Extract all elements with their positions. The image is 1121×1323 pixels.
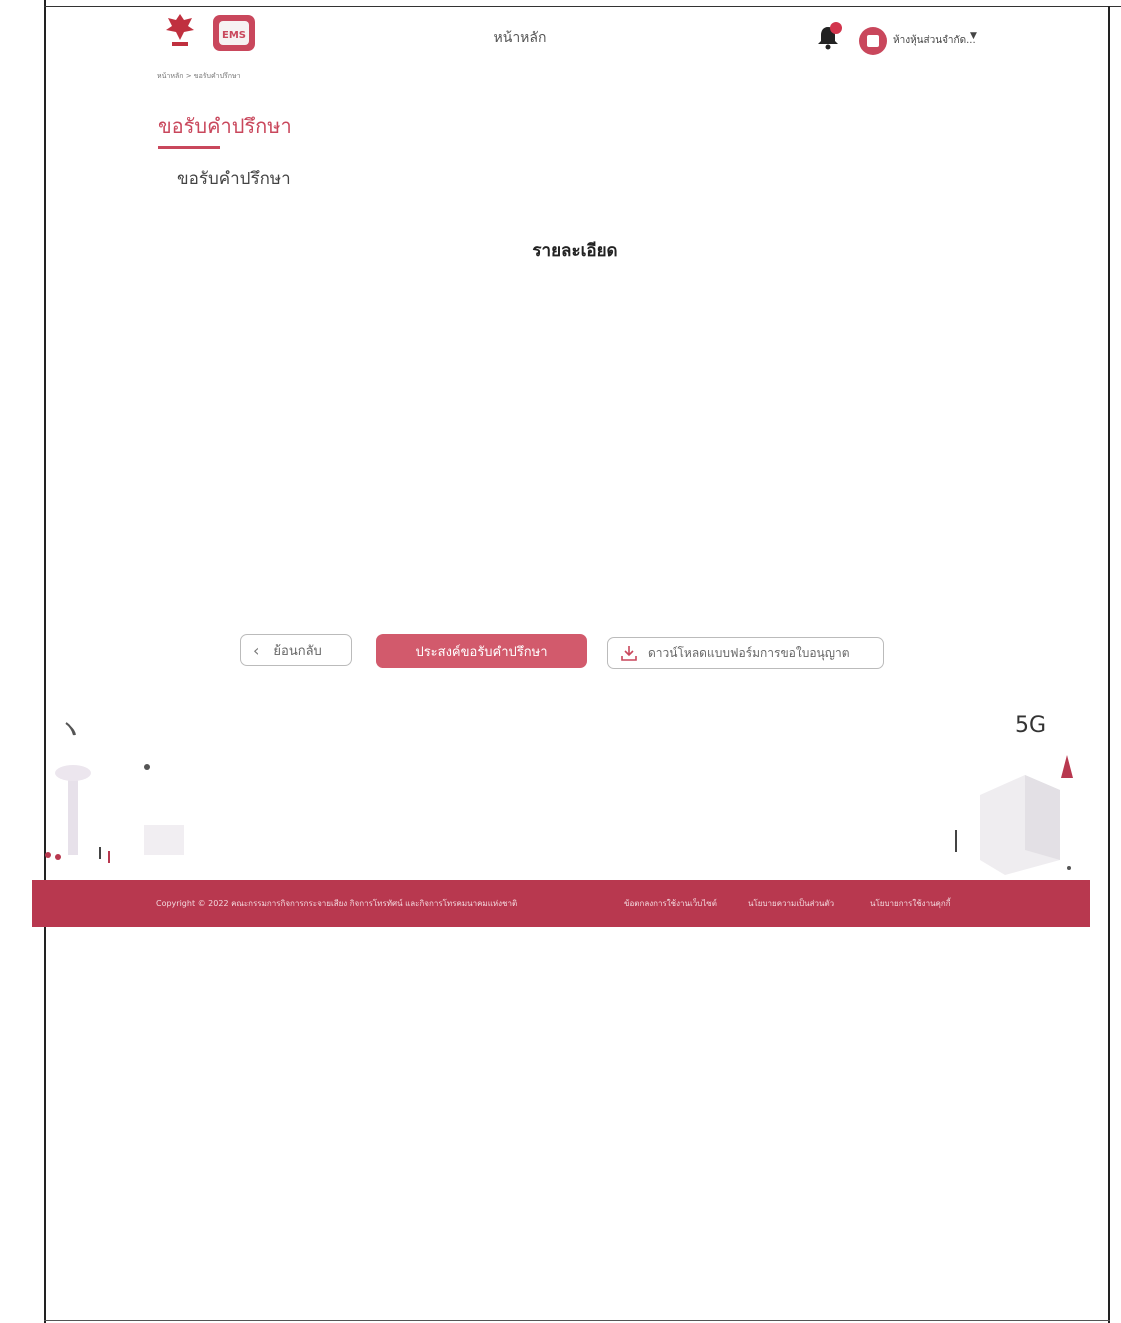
page-frame-bottom [44, 1320, 1110, 1321]
download-form-button[interactable]: ดาวน์โหลดแบบฟอร์มการขอใบอนุญาต [607, 637, 884, 669]
user-avatar[interactable] [859, 27, 887, 55]
back-button[interactable]: ‹ ย้อนกลับ [240, 634, 352, 666]
user-menu-caret-icon[interactable]: ▼ [970, 31, 977, 41]
page-frame-right [1108, 6, 1110, 1323]
ems-logo[interactable]: EMS [213, 15, 255, 51]
nav-home-link[interactable]: หน้าหลัก [460, 27, 580, 49]
request-consultation-label: ประสงค์ขอรับคำปรึกษา [415, 644, 548, 660]
building-5g-illustration: 5G [955, 713, 1073, 875]
page-title: ขอรับคำปรึกษา [158, 114, 292, 138]
breadcrumb[interactable]: หน้าหลัก > ขอรับคำปรึกษา [157, 71, 241, 82]
city-tower-illustration [45, 722, 184, 863]
back-button-label: ย้อนกลับ [273, 643, 322, 659]
download-icon [621, 646, 637, 661]
request-consultation-button[interactable]: ประสงค์ขอรับคำปรึกษา [376, 634, 587, 668]
page-frame-left [44, 0, 46, 1323]
ems-logo-text: EMS [222, 30, 246, 41]
section-subtitle: ขอรับคำปรึกษา [177, 169, 291, 189]
download-form-label: ดาวน์โหลดแบบฟอร์มการขอใบอนุญาต [648, 645, 850, 660]
chevron-left-icon: ‹ [253, 640, 260, 660]
garuda-emblem-logo[interactable] [162, 10, 198, 50]
title-underline [158, 146, 220, 149]
page-frame-top [44, 6, 1121, 7]
footer-copyright: Copyright © 2022 คณะกรรมการกิจการกระจายเ… [156, 899, 518, 908]
footer-link-cookie[interactable]: นโยบายการใช้งานคุกกี้ [870, 897, 951, 910]
detail-heading: รายละเอียด [532, 241, 618, 261]
footer-link-privacy[interactable]: นโยบายความเป็นส่วนตัว [748, 897, 834, 910]
site-footer: Copyright © 2022 คณะกรรมการกิจการกระจายเ… [32, 880, 1090, 927]
user-name-label[interactable]: ห้างหุ้นส่วนจำกัด... [893, 33, 976, 48]
notification-badge [830, 22, 842, 34]
badge-5g: 5G [1015, 713, 1046, 738]
footer-link-terms[interactable]: ข้อตกลงการใช้งานเว็บไซต์ [624, 897, 717, 910]
